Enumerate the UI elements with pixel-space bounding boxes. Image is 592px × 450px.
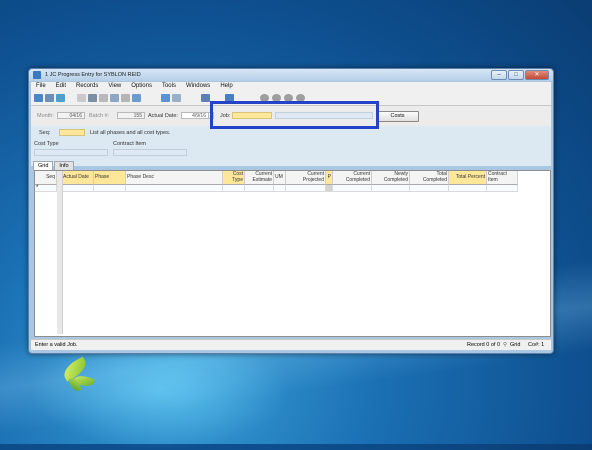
close-button[interactable]: ✕ — [525, 70, 549, 80]
menu-windows[interactable]: Windows — [181, 82, 215, 91]
contract-item-label: Contract Item — [113, 141, 147, 147]
cell-newly-completed[interactable] — [372, 185, 410, 192]
col-newly-completed[interactable]: Newly Completed — [372, 171, 410, 185]
contract-item-field[interactable] — [113, 149, 187, 156]
cell-current-completed[interactable] — [333, 185, 372, 192]
tab-info[interactable]: Info — [54, 161, 74, 170]
record-count: Record 0 of 0 — [467, 342, 501, 348]
col-phase-desc[interactable]: Phase Desc — [126, 171, 223, 185]
new-record-icon[interactable] — [34, 94, 43, 102]
menu-help[interactable]: Help — [215, 82, 237, 91]
database-icon[interactable] — [56, 94, 65, 102]
col-total-percent[interactable]: Total Percent — [449, 171, 487, 185]
col-cost-type[interactable]: Cost Type — [223, 171, 245, 185]
cell-total-completed[interactable] — [410, 185, 449, 192]
costs-button[interactable]: Costs — [376, 111, 419, 122]
window-title: 1 JC Progress Entry for SYBLON REID — [45, 72, 141, 78]
cost-type-field[interactable] — [34, 149, 108, 156]
app-window: 1 JC Progress Entry for SYBLON REID – □ … — [28, 68, 554, 354]
col-current-estimate[interactable]: Current Estimate — [245, 171, 274, 185]
cell-actual-date[interactable] — [62, 185, 94, 192]
calendar-icon[interactable] — [161, 94, 170, 102]
cell-cost-type[interactable] — [223, 185, 245, 192]
status-bar: Enter a valid Job. Record 0 of 0 ⚲ Grid … — [31, 339, 551, 350]
cell-phase-desc[interactable] — [126, 185, 223, 192]
col-current-projected[interactable]: Current Projected — [286, 171, 326, 185]
tab-grid[interactable]: Grid — [33, 161, 54, 170]
tab-strip: Grid Info — [33, 161, 74, 170]
menu-records[interactable]: Records — [71, 82, 103, 91]
col-seq[interactable]: Seq — [35, 171, 57, 185]
cell-um[interactable] — [274, 185, 286, 192]
status-grid-label: Grid — [510, 342, 521, 348]
cell-contract-item[interactable] — [487, 185, 518, 192]
row-selector-gutter — [57, 171, 63, 334]
undo-icon[interactable] — [110, 94, 119, 102]
batch-field[interactable]: 155 — [117, 112, 145, 119]
menu-view[interactable]: View — [103, 82, 126, 91]
cut-icon[interactable] — [99, 94, 108, 102]
col-total-completed[interactable]: Total Completed — [410, 171, 449, 185]
col-contract-item[interactable]: Contract Item — [487, 171, 518, 185]
company-number: Co#: 1 — [528, 342, 545, 348]
search-icon[interactable] — [132, 94, 141, 102]
minimize-button[interactable]: – — [491, 70, 507, 80]
progress-grid[interactable]: Seq Actual Date Phase Phase Desc Cost Ty… — [34, 170, 551, 337]
cost-type-label: Cost Type — [34, 141, 59, 147]
batch-label: Batch #: — [89, 113, 110, 119]
menu-tools[interactable]: Tools — [157, 82, 181, 91]
col-phase[interactable]: Phase — [94, 171, 126, 185]
seq-input[interactable] — [59, 129, 85, 136]
spellcheck-icon[interactable] — [201, 94, 210, 102]
seq-label: Seq: — [39, 130, 51, 136]
cell-current-projected[interactable] — [286, 185, 326, 192]
title-bar[interactable]: 1 JC Progress Entry for SYBLON REID – □ … — [29, 69, 553, 81]
cell-p-checkbox[interactable] — [326, 185, 333, 192]
status-message: Enter a valid Job. — [35, 342, 78, 348]
copy-icon[interactable] — [121, 94, 130, 102]
menu-file[interactable]: File — [31, 82, 51, 91]
job-field-highlight — [210, 101, 379, 129]
maximize-button[interactable]: □ — [508, 70, 524, 80]
month-label: Month: — [37, 113, 54, 119]
document-icon[interactable] — [77, 94, 86, 102]
col-p[interactable]: P — [326, 171, 333, 185]
save-icon[interactable] — [88, 94, 97, 102]
menu-bar: File Edit Records View Options Tools Win… — [31, 82, 551, 91]
menu-options[interactable]: Options — [126, 82, 157, 91]
cell-phase[interactable] — [94, 185, 126, 192]
month-field[interactable]: 04/16 — [57, 112, 85, 119]
row-marker: * — [35, 185, 57, 192]
col-actual-date[interactable]: Actual Date — [62, 171, 94, 185]
cell-total-percent[interactable] — [449, 185, 487, 192]
actual-date-field[interactable]: 4/9/16 — [181, 112, 209, 119]
menu-edit[interactable]: Edit — [51, 82, 71, 91]
cell-current-estimate[interactable] — [245, 185, 274, 192]
grid-search-icon[interactable]: ⚲ — [503, 340, 507, 350]
col-current-completed[interactable]: Current Completed — [333, 171, 372, 185]
actual-date-label: Actual Date: — [148, 113, 178, 119]
seq-hint: List all phases and all cost types. — [90, 130, 171, 136]
link-icon[interactable] — [45, 94, 54, 102]
attachment-icon[interactable] — [172, 94, 181, 102]
col-um[interactable]: UM — [274, 171, 286, 185]
app-icon — [33, 71, 41, 79]
